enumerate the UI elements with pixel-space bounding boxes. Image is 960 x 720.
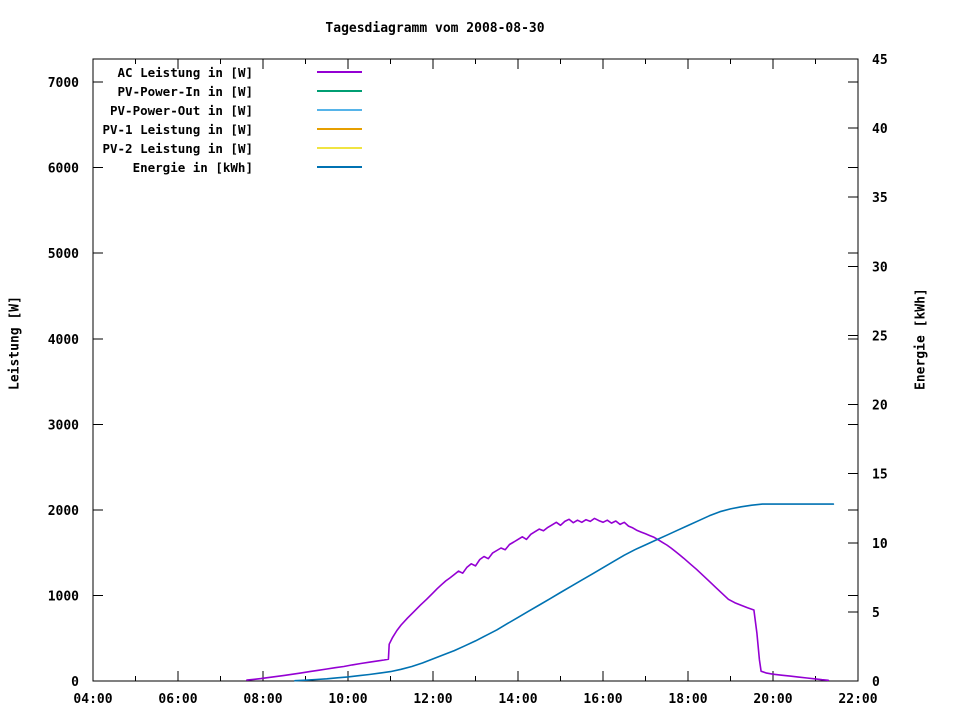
legend-label: PV-Power-Out in [W] — [110, 102, 253, 118]
legend-item: PV-2 Leistung in [W] — [23, 139, 362, 157]
curve-ac-leistung-in-w — [246, 517, 830, 682]
y-right-tick-label: 0 — [872, 675, 880, 690]
y-left-tick-label: 1000 — [48, 589, 79, 604]
y-left-tick-label: 4000 — [48, 333, 79, 348]
legend-line-swatch — [317, 71, 362, 73]
legend-line-swatch — [317, 109, 362, 111]
legend-label: PV-2 Leistung in [W] — [102, 140, 253, 156]
x-tick-label: 06:00 — [158, 692, 197, 707]
legend-label: Energie in [kWh] — [132, 159, 253, 175]
y-right-tick-label: 35 — [872, 191, 888, 206]
y-left-tick-label: 2000 — [48, 504, 79, 519]
x-tick-label: 10:00 — [328, 692, 367, 707]
legend-line-swatch — [317, 166, 362, 168]
x-tick-label: 22:00 — [838, 692, 877, 707]
legend-item: Energie in [kWh] — [23, 158, 362, 176]
curve-energie-in-kwh — [294, 503, 835, 682]
legend-item: AC Leistung in [W] — [23, 63, 362, 81]
x-tick-label: 18:00 — [668, 692, 707, 707]
legend-label: AC Leistung in [W] — [117, 64, 253, 80]
y-right-tick-label: 10 — [872, 537, 888, 552]
y-right-tick-label: 15 — [872, 468, 888, 483]
y-right-tick-label: 25 — [872, 329, 888, 344]
chart-canvas: Tagesdiagramm vom 2008-08-30 Leistung [W… — [0, 0, 960, 720]
y-left-tick-label: 5000 — [48, 247, 79, 262]
y-right-tick-label: 30 — [872, 260, 888, 275]
x-tick-label: 12:00 — [413, 692, 452, 707]
y-left-tick-label: 0 — [71, 675, 79, 690]
legend-label: PV-Power-In in [W] — [117, 83, 253, 99]
legend-line-swatch — [317, 90, 362, 92]
x-tick-label: 20:00 — [753, 692, 792, 707]
y-right-tick-label: 40 — [872, 122, 888, 137]
legend-item: PV-1 Leistung in [W] — [23, 120, 362, 138]
legend-item: PV-Power-In in [W] — [23, 82, 362, 100]
x-tick-label: 08:00 — [243, 692, 282, 707]
x-tick-label: 04:00 — [73, 692, 112, 707]
legend-item: PV-Power-Out in [W] — [23, 101, 362, 119]
y-right-tick-label: 45 — [872, 53, 888, 68]
legend-line-swatch — [317, 147, 362, 149]
x-tick-label: 14:00 — [498, 692, 537, 707]
y-left-tick-label: 3000 — [48, 418, 79, 433]
x-tick-label: 16:00 — [583, 692, 622, 707]
legend-label: PV-1 Leistung in [W] — [102, 121, 253, 137]
legend-line-swatch — [317, 128, 362, 130]
y-right-tick-label: 5 — [872, 606, 880, 621]
y-right-tick-label: 20 — [872, 399, 888, 414]
